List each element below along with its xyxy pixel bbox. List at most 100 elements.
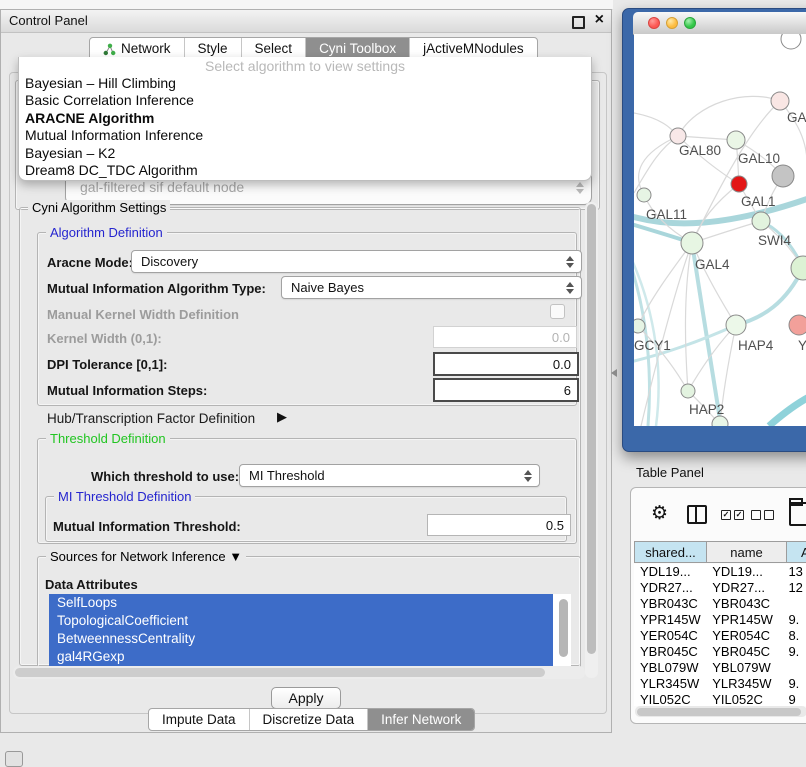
- network-node[interactable]: [670, 128, 686, 144]
- network-graph: GALGAL80GAL10GAL1GAL11SWI4GAL4GCY1HAP4YH…: [634, 34, 806, 426]
- sources-title: Sources for Network Inference ▼: [46, 549, 246, 564]
- table-cell: 9.: [785, 644, 806, 660]
- table-cell: YLR345W: [634, 676, 706, 692]
- algorithm-option[interactable]: Bayesian – K2: [19, 145, 591, 162]
- tab-impute-data[interactable]: Impute Data: [149, 709, 250, 730]
- algorithm-list: Bayesian – Hill ClimbingBasic Correlatio…: [19, 75, 591, 179]
- close-icon[interactable]: ×: [595, 11, 604, 29]
- manual-kernel-label: Manual Kernel Width Definition: [47, 307, 239, 322]
- table-row[interactable]: YBL079WYBL079W: [634, 660, 806, 676]
- algorithm-option[interactable]: Basic Correlation Inference: [19, 92, 591, 109]
- column-header-shared[interactable]: shared...: [634, 541, 707, 563]
- table-row[interactable]: YBR045CYBR045C9.: [634, 644, 806, 660]
- network-window-titlebar[interactable]: [633, 12, 806, 35]
- aracne-mode-combo[interactable]: Discovery: [131, 250, 582, 273]
- float-panel-icon[interactable]: [572, 16, 585, 29]
- table-body: YDL19...YDL19...13YDR27...YDR27...12YBR0…: [634, 564, 806, 706]
- algorithm-option[interactable]: ARACNE Algorithm: [19, 110, 591, 127]
- network-node[interactable]: [752, 212, 770, 230]
- combo-stepper-icon: [566, 256, 574, 268]
- network-node[interactable]: [789, 315, 806, 335]
- table-row[interactable]: YDR27...YDR27...12: [634, 580, 806, 596]
- panel-title: Control Panel: [9, 13, 88, 28]
- algorithm-option[interactable]: Dream8 DC_TDC Algorithm: [19, 162, 591, 179]
- new-table-icon[interactable]: [789, 502, 806, 526]
- minimize-window-icon[interactable]: [666, 17, 678, 29]
- columns-icon[interactable]: [687, 505, 707, 524]
- table-panel-title: Table Panel: [636, 465, 704, 480]
- network-node[interactable]: [634, 319, 645, 333]
- hub-section-label[interactable]: Hub/Transcription Factor Definition: [47, 411, 255, 426]
- close-window-icon[interactable]: [648, 17, 660, 29]
- bottom-tabs: Impute Data Discretize Data Infer Networ…: [148, 708, 475, 731]
- combo-stepper-icon: [524, 470, 532, 482]
- attribute-list-scrollbar[interactable]: [559, 599, 568, 657]
- network-node[interactable]: [771, 92, 789, 110]
- collapsed-arrow-icon[interactable]: ▶: [277, 409, 287, 425]
- network-node[interactable]: [727, 131, 745, 149]
- network-node[interactable]: [681, 384, 695, 398]
- table-cell: [785, 660, 806, 676]
- data-attribute-item[interactable]: SelfLoops: [49, 594, 553, 612]
- data-attributes-list[interactable]: SelfLoopsTopologicalCoefficientBetweenne…: [49, 594, 571, 666]
- network-node[interactable]: [791, 256, 806, 280]
- network-node[interactable]: [772, 165, 794, 187]
- data-attribute-item[interactable]: TopologicalCoefficient: [49, 612, 553, 630]
- algorithm-option[interactable]: Mutual Information Inference: [19, 127, 591, 144]
- network-node[interactable]: [726, 315, 746, 335]
- kernel-width-value: 0.0: [552, 330, 570, 345]
- tab-discretize-data[interactable]: Discretize Data: [250, 709, 369, 730]
- gear-icon[interactable]: ⚙: [651, 503, 668, 523]
- apply-button[interactable]: Apply: [271, 687, 341, 709]
- table-row[interactable]: YBR043CYBR043C: [634, 596, 806, 612]
- checked-box-icon: ✓: [734, 510, 744, 520]
- network-node-label: SWI4: [758, 233, 791, 248]
- network-node[interactable]: [637, 188, 651, 202]
- deselect-all-columns-icon[interactable]: [751, 510, 774, 520]
- expanded-arrow-icon[interactable]: ▼: [229, 549, 242, 564]
- table-cell: YBR043C: [706, 596, 785, 612]
- which-threshold-combo[interactable]: MI Threshold: [239, 464, 540, 487]
- table-cell: YDL19...: [706, 564, 785, 580]
- split-pane-collapse-handle[interactable]: [611, 369, 617, 377]
- table-row[interactable]: YLR345WYLR345W9.: [634, 676, 806, 692]
- network-node-label: GAL: [787, 110, 806, 125]
- column-header-name[interactable]: name: [707, 541, 787, 563]
- algorithm-dropdown-menu: Select algorithm to view settings Bayesi…: [18, 57, 592, 181]
- data-attribute-item[interactable]: BetweennessCentrality: [49, 630, 553, 648]
- table-cell: 13: [785, 564, 806, 580]
- network-tab-icon: [103, 43, 116, 56]
- zoom-window-icon[interactable]: [684, 17, 696, 29]
- minimized-panel-icon[interactable]: [5, 751, 23, 767]
- algorithm-option[interactable]: Bayesian – Hill Climbing: [19, 75, 591, 92]
- mi-type-label: Mutual Information Algorithm Type:: [47, 281, 266, 296]
- mi-steps-field[interactable]: 6: [433, 378, 579, 402]
- network-node[interactable]: [781, 34, 801, 49]
- checked-box-icon: ✓: [721, 510, 731, 520]
- mi-threshold-field[interactable]: 0.5: [427, 514, 571, 536]
- table-row[interactable]: YIL052CYIL052C9: [634, 692, 806, 706]
- table-cell: YER054C: [634, 628, 706, 644]
- network-canvas[interactable]: GALGAL80GAL10GAL1GAL11SWI4GAL4GCY1HAP4YH…: [634, 34, 806, 426]
- table-row[interactable]: YPR145WYPR145W9.: [634, 612, 806, 628]
- settings-horizontal-scrollbar[interactable]: [13, 666, 585, 679]
- mi-type-combo[interactable]: Naive Bayes: [281, 276, 582, 299]
- table-header-row: shared... name A: [634, 541, 806, 563]
- dpi-tolerance-field[interactable]: 0.0: [433, 352, 579, 376]
- table-horizontal-scrollbar[interactable]: [635, 706, 806, 717]
- network-node[interactable]: [731, 176, 747, 192]
- table-cell: 9.: [785, 612, 806, 628]
- data-attributes-label: Data Attributes: [45, 577, 138, 592]
- tab-infer-network[interactable]: Infer Network: [368, 709, 474, 730]
- settings-vertical-scrollbar[interactable]: [585, 202, 598, 678]
- table-row[interactable]: YER054CYER054C8.: [634, 628, 806, 644]
- column-header-partial[interactable]: A: [787, 541, 806, 563]
- network-view-window[interactable]: GALGAL80GAL10GAL1GAL11SWI4GAL4GCY1HAP4YH…: [622, 8, 806, 452]
- table-row[interactable]: YDL19...YDL19...13: [634, 564, 806, 580]
- kernel-width-label: Kernel Width (0,1):: [47, 331, 162, 346]
- network-node[interactable]: [681, 232, 703, 254]
- select-all-columns-icon[interactable]: ✓ ✓: [721, 510, 744, 520]
- manual-kernel-checkbox[interactable]: [550, 304, 565, 319]
- kernel-width-field[interactable]: 0.0: [433, 326, 577, 348]
- data-attribute-item[interactable]: gal4RGexp: [49, 648, 553, 666]
